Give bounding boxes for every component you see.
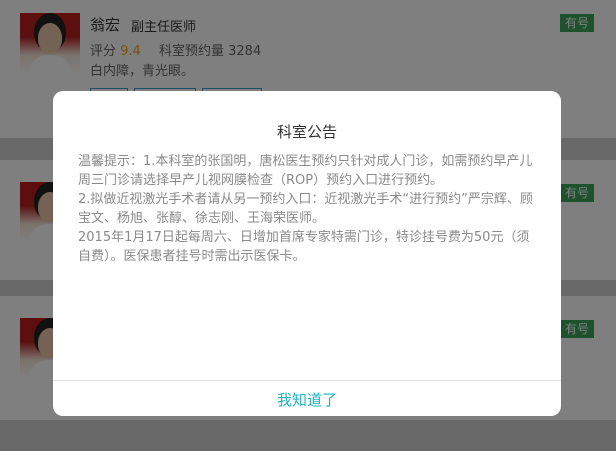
notice-paragraph: 2.拟做近视激光手术者请从另一预约入口：近视激光手术“进行预约”严宗辉、顾宝文、… xyxy=(78,192,533,226)
dialog-footer: 我知道了 xyxy=(53,380,561,416)
notice-paragraph: 温馨提示：1.本科室的张国明，唐松医生预约只针对成人门诊，如需预约早产儿周三门诊… xyxy=(78,154,533,188)
dialog-body: 温馨提示：1.本科室的张国明，唐松医生预约只针对成人门诊，如需预约早产儿周三门诊… xyxy=(78,152,540,266)
dialog-title: 科室公告 xyxy=(276,123,337,141)
notice-paragraph: 2015年1月17日起每周六、日增加首席专家特需门诊，特诊挂号费为50元（须自费… xyxy=(78,230,530,264)
acknowledge-button[interactable]: 我知道了 xyxy=(53,381,561,416)
announcement-dialog: 科室公告 温馨提示：1.本科室的张国明，唐松医生预约只针对成人门诊，如需预约早产… xyxy=(53,91,561,416)
